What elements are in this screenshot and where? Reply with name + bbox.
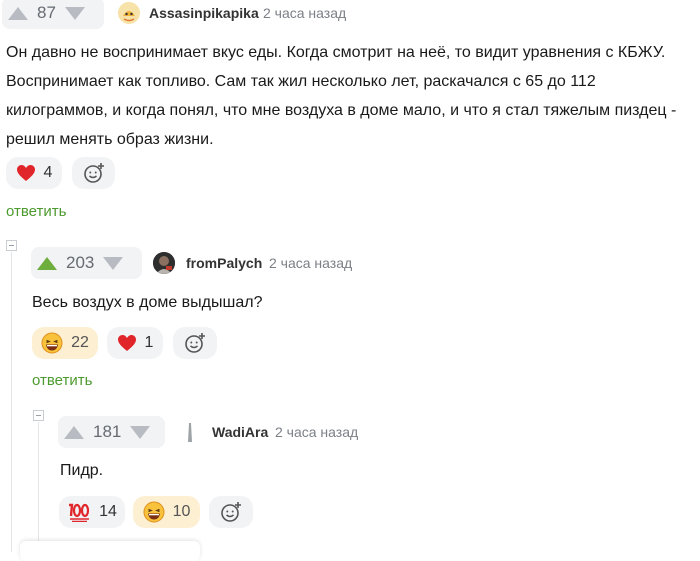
add-reaction-icon [221, 502, 241, 522]
downvote-icon[interactable] [130, 425, 151, 439]
upvote-icon[interactable] [64, 425, 84, 439]
comment-text-line: килограммов, и когда понял, что мне возд… [6, 102, 677, 119]
avatar[interactable] [118, 2, 140, 24]
heart-icon [117, 335, 136, 351]
add-reaction-icon [83, 163, 104, 183]
collapse-branch-toggle[interactable] [6, 240, 17, 251]
heart-icon [16, 165, 35, 181]
laughing-face-icon [143, 501, 165, 523]
comment-text-line: Весь воздух в доме выдышал? [32, 294, 263, 311]
add-reaction-icon [185, 333, 205, 353]
comment-rating: 203 [66, 253, 95, 272]
comment-text-line: Пидр. [60, 462, 104, 479]
collapse-branch-toggle[interactable] [33, 410, 44, 421]
reaction-count: 22 [71, 334, 89, 351]
comment-author[interactable]: WadiAra [212, 424, 268, 440]
comment-rating: 181 [93, 422, 122, 441]
downvote-icon[interactable] [103, 256, 124, 270]
avatar[interactable] [179, 421, 201, 443]
hundred-points-icon [69, 503, 90, 522]
add-reaction-button[interactable] [173, 327, 217, 359]
comment-author[interactable]: Assasinpikapika [149, 5, 259, 21]
reaction-count: 4 [43, 164, 53, 181]
avatar[interactable] [153, 252, 175, 274]
upvote-icon[interactable] [37, 256, 57, 270]
reaction-laughing[interactable]: 22 [32, 327, 98, 359]
comment-author[interactable]: fromPalych [186, 255, 262, 271]
reply-link[interactable]: ответить [6, 203, 66, 220]
add-reaction-button[interactable] [72, 157, 115, 189]
reaction-heart[interactable]: 1 [107, 327, 163, 359]
downvote-icon[interactable] [64, 6, 85, 20]
reaction-heart[interactable]: 4 [6, 157, 62, 189]
reaction-count: 1 [144, 334, 154, 351]
reaction-count: 10 [172, 503, 191, 520]
comment-text-line: решил менять образ жизни. [6, 131, 214, 148]
thread-line[interactable] [38, 422, 39, 552]
comment-time[interactable]: 2 часа назад [263, 5, 346, 21]
reaction-laughing[interactable]: 10 [133, 496, 200, 528]
thread-line[interactable] [11, 252, 12, 552]
reply-link[interactable]: ответить [32, 372, 92, 389]
vote-widget: 181 [58, 416, 165, 448]
reaction-hundred[interactable]: 14 [59, 496, 125, 528]
vote-widget: 203 [31, 247, 142, 279]
add-reaction-button[interactable] [209, 496, 253, 528]
reaction-count: 14 [99, 503, 117, 520]
comment-time[interactable]: 2 часа назад [269, 255, 352, 271]
floating-panel-edge [20, 541, 200, 561]
upvote-icon[interactable] [8, 6, 28, 20]
comment-text-line: Воспринимает как топливо. Сам так жил не… [6, 73, 596, 90]
comment-time[interactable]: 2 часа назад [275, 424, 358, 440]
laughing-face-icon [41, 332, 63, 354]
vote-widget: 87 [2, 0, 104, 29]
comment-rating: 87 [37, 3, 56, 22]
comment-text-line: Он давно не воспринимает вкус еды. Когда… [6, 44, 666, 61]
